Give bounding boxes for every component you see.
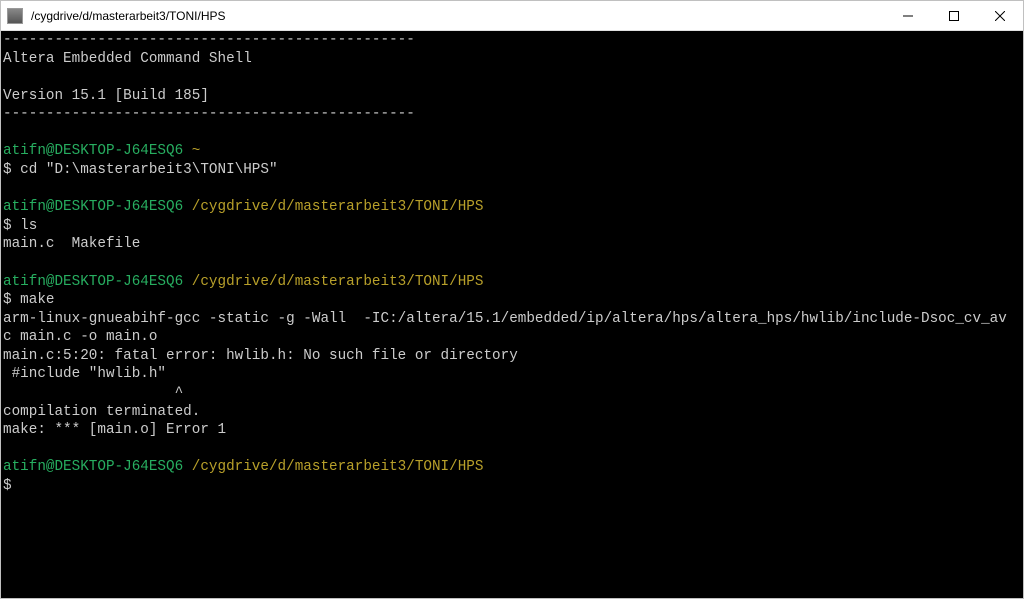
make-output-line: #include "hwlib.h" [3,366,166,382]
minimize-button[interactable] [885,1,931,30]
prompt-user: atifn@DESKTOP-J64ESQ6 [3,199,183,215]
cmd-cd: $ cd "D:\masterarbeit3\TONI\HPS" [3,162,278,178]
prompt-path: /cygdrive/d/masterarbeit3/TONI/HPS [183,459,483,475]
prompt-user: atifn@DESKTOP-J64ESQ6 [3,459,183,475]
terminal-body[interactable]: ----------------------------------------… [1,31,1023,598]
make-output-line: ^ [3,385,183,401]
make-output-line: main.c:5:20: fatal error: hwlib.h: No su… [3,348,518,364]
prompt-path: ~ [183,143,200,159]
banner-dash: ----------------------------------------… [3,32,415,48]
close-icon [995,11,1005,21]
app-icon [7,8,23,24]
window-controls [885,1,1023,30]
prompt-path: /cygdrive/d/masterarbeit3/TONI/HPS [183,274,483,290]
make-output-line: compilation terminated. [3,404,200,420]
prompt-user: atifn@DESKTOP-J64ESQ6 [3,274,183,290]
cmd-make: $ make [3,292,54,308]
titlebar[interactable]: /cygdrive/d/masterarbeit3/TONI/HPS [1,1,1023,31]
minimize-icon [903,11,913,21]
prompt-user: atifn@DESKTOP-J64ESQ6 [3,143,183,159]
make-output-line: make: *** [main.o] Error 1 [3,422,226,438]
window-title: /cygdrive/d/masterarbeit3/TONI/HPS [29,9,885,23]
maximize-button[interactable] [931,1,977,30]
maximize-icon [949,11,959,21]
prompt-path: /cygdrive/d/masterarbeit3/TONI/HPS [183,199,483,215]
close-button[interactable] [977,1,1023,30]
terminal-window: /cygdrive/d/masterarbeit3/TONI/HPS -----… [0,0,1024,599]
cmd-ls: $ ls [3,218,37,234]
ls-output: main.c Makefile [3,236,140,252]
banner-line2: Version 15.1 [Build 185] [3,88,209,104]
banner-dash2: ----------------------------------------… [3,106,415,122]
make-output-line: arm-linux-gnueabihf-gcc -static -g -Wall… [3,311,1023,327]
cmd-empty: $ [3,478,12,494]
banner-line1: Altera Embedded Command Shell [3,51,252,67]
make-output-line: c main.c -o main.o [3,329,157,345]
